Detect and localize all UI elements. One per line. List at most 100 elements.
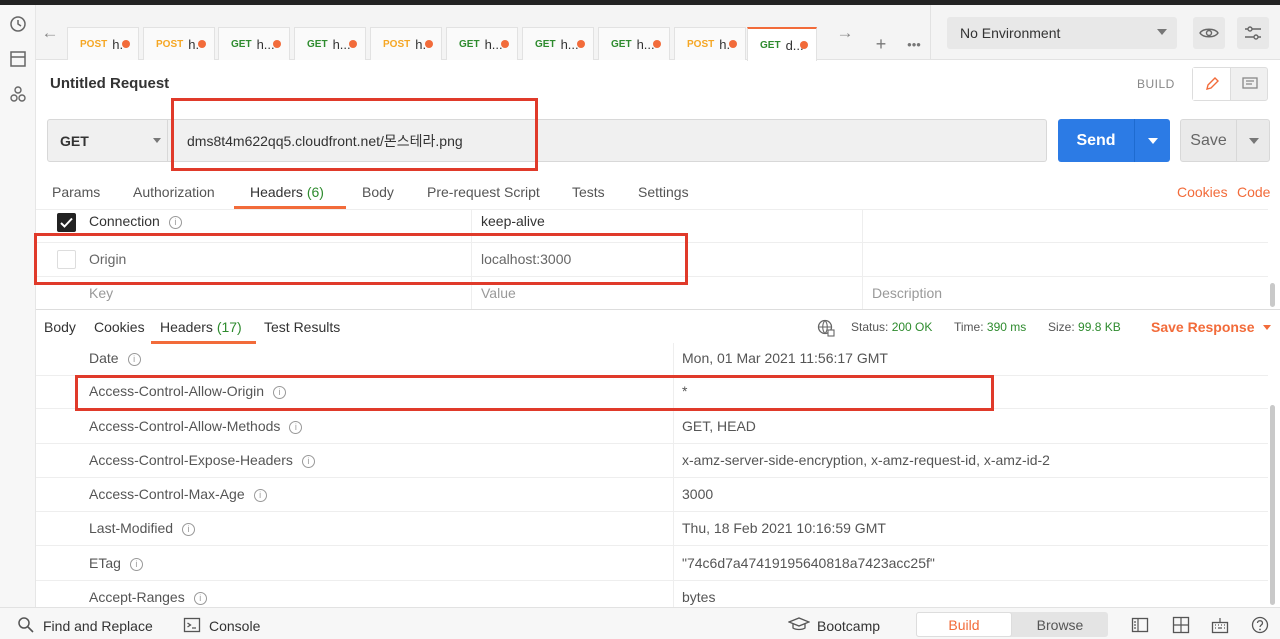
info-icon[interactable]: i bbox=[253, 489, 267, 502]
unsaved-changes-dot-icon[interactable] bbox=[577, 40, 585, 48]
request-tab[interactable]: GET d... bbox=[747, 27, 817, 61]
layout-icon[interactable] bbox=[1172, 616, 1190, 634]
info-icon[interactable]: i bbox=[301, 455, 315, 468]
two-pane-view-icon[interactable] bbox=[1131, 616, 1149, 634]
table-row: ETag i "74c6d7a47419195640818a7423acc25f" bbox=[36, 547, 1268, 581]
apis-icon[interactable] bbox=[9, 85, 27, 103]
request-title[interactable]: Untitled Request bbox=[50, 75, 169, 92]
unsaved-changes-dot-icon[interactable] bbox=[198, 40, 206, 48]
code-link[interactable]: Code bbox=[1237, 184, 1270, 200]
history-icon[interactable] bbox=[9, 15, 27, 33]
response-header-key[interactable]: Access-Control-Allow-Methods i bbox=[89, 418, 303, 434]
info-icon[interactable]: i bbox=[182, 523, 196, 536]
tab-forward-arrow-icon[interactable]: → bbox=[833, 5, 857, 60]
cookies-link[interactable]: Cookies bbox=[1177, 184, 1228, 200]
tab-headers[interactable]: Headers (6) bbox=[250, 184, 324, 200]
response-headers-scrollbar[interactable] bbox=[1270, 405, 1275, 605]
find-and-replace-button[interactable]: Find and Replace bbox=[43, 618, 153, 634]
response-header-key[interactable]: Date i bbox=[89, 350, 141, 366]
build-mode-button[interactable]: Build bbox=[916, 612, 1012, 637]
size-value[interactable]: 99.8 KB bbox=[1078, 320, 1121, 334]
header-enabled-checkbox[interactable] bbox=[57, 213, 76, 232]
tab-authorization[interactable]: Authorization bbox=[133, 184, 215, 200]
response-header-value[interactable]: "74c6d7a47419195640818a7423acc25f" bbox=[682, 555, 935, 571]
request-tab[interactable]: GET h... bbox=[598, 27, 670, 60]
unsaved-changes-dot-icon[interactable] bbox=[501, 40, 509, 48]
comments-icon[interactable] bbox=[1231, 68, 1269, 100]
environment-select[interactable]: No Environment bbox=[947, 17, 1177, 49]
save-options-chevron-icon[interactable] bbox=[1236, 120, 1270, 161]
save-response-button[interactable]: Save Response bbox=[1151, 319, 1271, 335]
help-icon[interactable] bbox=[1251, 616, 1269, 634]
pane-divider[interactable] bbox=[36, 309, 1280, 310]
unsaved-changes-dot-icon[interactable] bbox=[425, 40, 433, 48]
new-header-value-input[interactable]: Value bbox=[481, 285, 516, 301]
edit-pencil-icon[interactable] bbox=[1193, 68, 1231, 100]
save-button[interactable]: Save bbox=[1180, 119, 1270, 162]
network-globe-icon[interactable] bbox=[817, 319, 835, 337]
response-header-key[interactable]: Access-Control-Max-Age i bbox=[89, 486, 267, 502]
bootcamp-button[interactable]: Bootcamp bbox=[817, 618, 880, 634]
unsaved-changes-dot-icon[interactable] bbox=[800, 41, 808, 49]
manage-environments-sliders-icon[interactable] bbox=[1237, 17, 1269, 49]
response-header-key[interactable]: Access-Control-Expose-Headers i bbox=[89, 452, 315, 468]
response-header-value[interactable]: GET, HEAD bbox=[682, 418, 756, 434]
header-value[interactable]: keep-alive bbox=[481, 213, 545, 229]
unsaved-changes-dot-icon[interactable] bbox=[273, 40, 281, 48]
response-header-value[interactable]: x-amz-server-side-encryption, x-amz-requ… bbox=[682, 452, 1050, 468]
method-select[interactable]: GET bbox=[47, 119, 168, 162]
tab-body[interactable]: Body bbox=[362, 184, 394, 200]
header-key[interactable]: Connection i bbox=[89, 213, 182, 229]
browse-mode-button[interactable]: Browse bbox=[1012, 612, 1108, 637]
bootcamp-cap-icon[interactable] bbox=[787, 616, 811, 634]
more-tabs-icon[interactable]: ••• bbox=[898, 29, 930, 59]
response-header-value[interactable]: Mon, 01 Mar 2021 11:56:17 GMT bbox=[682, 350, 888, 366]
request-headers-scrollbar[interactable] bbox=[1270, 283, 1275, 307]
send-button[interactable]: Send bbox=[1058, 119, 1170, 162]
request-tab[interactable]: GET h... bbox=[294, 27, 366, 60]
response-tab-cookies[interactable]: Cookies bbox=[94, 319, 145, 335]
tab-back-arrow-icon[interactable]: ← bbox=[38, 5, 62, 60]
unsaved-changes-dot-icon[interactable] bbox=[729, 40, 737, 48]
info-icon[interactable]: i bbox=[129, 558, 143, 571]
info-icon[interactable]: i bbox=[168, 216, 182, 229]
keyboard-shortcuts-icon[interactable] bbox=[1211, 616, 1229, 634]
new-header-description-input[interactable]: Description bbox=[872, 285, 942, 301]
tab-params[interactable]: Params bbox=[52, 184, 100, 200]
collections-icon[interactable] bbox=[9, 50, 27, 68]
response-tab-headers[interactable]: Headers (17) bbox=[160, 319, 242, 335]
new-header-key-input[interactable]: Key bbox=[89, 285, 113, 301]
info-icon[interactable]: i bbox=[193, 592, 207, 605]
response-header-value[interactable]: 3000 bbox=[682, 486, 713, 502]
response-header-key[interactable]: ETag i bbox=[89, 555, 143, 571]
info-icon[interactable]: i bbox=[127, 353, 141, 366]
console-button[interactable]: Console bbox=[209, 618, 260, 634]
response-header-value[interactable]: Thu, 18 Feb 2021 10:16:59 GMT bbox=[682, 520, 886, 536]
unsaved-changes-dot-icon[interactable] bbox=[349, 40, 357, 48]
request-tab[interactable]: POST h. bbox=[67, 27, 139, 60]
request-tab[interactable]: POST h. bbox=[143, 27, 215, 60]
request-tab[interactable]: POST h. bbox=[674, 27, 746, 60]
tab-pre-request-script[interactable]: Pre-request Script bbox=[427, 184, 540, 200]
info-icon[interactable]: i bbox=[289, 421, 303, 434]
environment-quick-look-eye-icon[interactable] bbox=[1193, 17, 1225, 49]
console-icon[interactable] bbox=[183, 616, 201, 634]
tab-tests[interactable]: Tests bbox=[572, 184, 605, 200]
request-tab[interactable]: POST h. bbox=[370, 27, 442, 60]
unsaved-changes-dot-icon[interactable] bbox=[122, 40, 130, 48]
response-tab-body[interactable]: Body bbox=[44, 319, 76, 335]
response-tab-test-results[interactable]: Test Results bbox=[264, 319, 340, 335]
response-header-value[interactable]: bytes bbox=[682, 589, 715, 605]
status-value[interactable]: 200 OK bbox=[892, 320, 933, 334]
new-tab-plus-icon[interactable]: + bbox=[865, 29, 897, 59]
request-tab[interactable]: GET h... bbox=[522, 27, 594, 60]
time-value[interactable]: 390 ms bbox=[987, 320, 1026, 334]
unsaved-changes-dot-icon[interactable] bbox=[653, 40, 661, 48]
request-tab[interactable]: GET h... bbox=[446, 27, 518, 60]
response-header-key[interactable]: Accept-Ranges i bbox=[89, 589, 207, 605]
search-icon[interactable] bbox=[17, 616, 35, 634]
response-header-key[interactable]: Last-Modified i bbox=[89, 520, 196, 536]
send-options-chevron-icon[interactable] bbox=[1134, 119, 1170, 162]
tab-settings[interactable]: Settings bbox=[638, 184, 689, 200]
request-tab[interactable]: GET h... bbox=[218, 27, 290, 60]
